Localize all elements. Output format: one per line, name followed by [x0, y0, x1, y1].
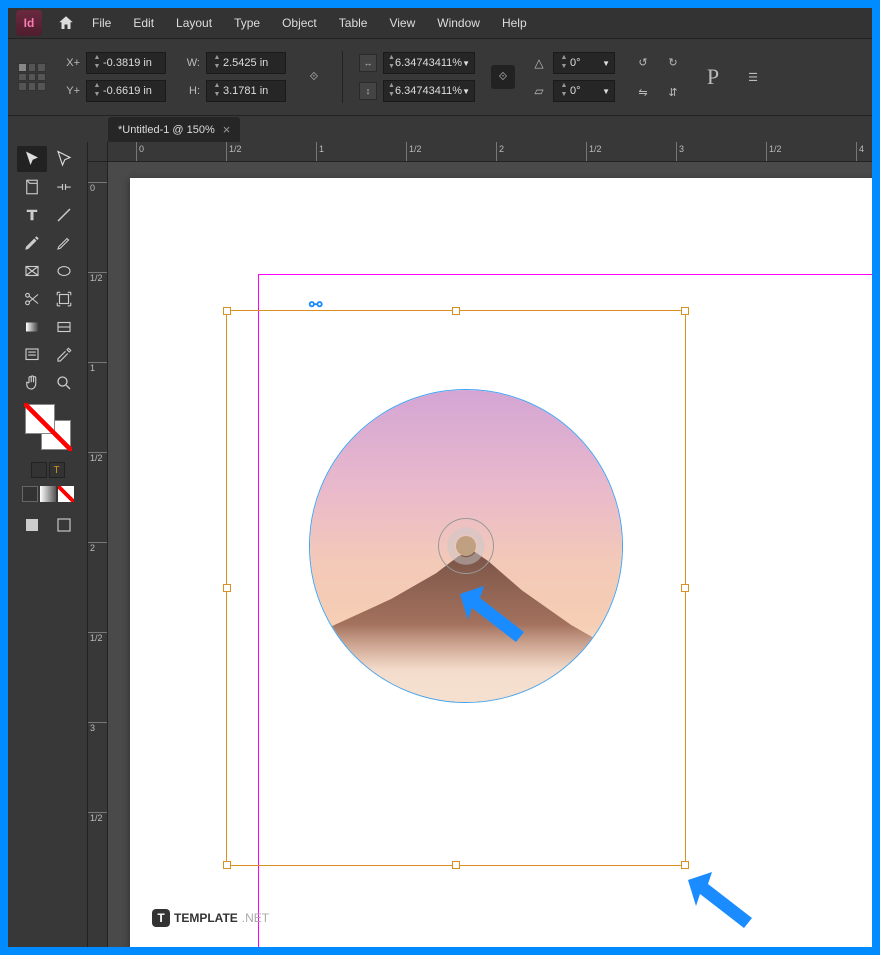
view-mode-normal[interactable]	[17, 512, 47, 538]
scissors-tool[interactable]	[17, 286, 47, 312]
type-tool[interactable]	[17, 202, 47, 228]
apply-none-icon[interactable]	[58, 486, 74, 502]
shear-icon: ▱	[531, 84, 547, 98]
menu-help[interactable]: Help	[492, 12, 537, 34]
line-tool[interactable]	[49, 202, 79, 228]
zoom-tool[interactable]	[49, 370, 79, 396]
tab-close-icon[interactable]: ×	[223, 122, 231, 137]
link-badge-icon: ⚯	[309, 295, 322, 315]
more-options-icon[interactable]: ☰	[741, 65, 765, 89]
page-tool[interactable]	[17, 174, 47, 200]
apply-text-icon[interactable]: T	[49, 462, 65, 478]
w-label: W:	[182, 57, 200, 69]
tools-panel: T	[8, 142, 88, 947]
flip-v-icon[interactable]: ⇵	[661, 80, 685, 104]
y-label: Y+	[62, 85, 80, 97]
vertical-ruler[interactable]: 0 1/2 1 1/2 2 1/2 3 1/2	[88, 162, 108, 947]
workspace: T 0 1/2 1 1/2 2 1/2 3 1/2	[8, 142, 872, 947]
watermark-icon: T	[152, 909, 170, 927]
scale-y-icon: ↕	[359, 82, 377, 100]
selection-tool[interactable]	[17, 146, 47, 172]
handle-top-right[interactable]	[681, 307, 689, 315]
circle-image-frame[interactable]	[309, 389, 623, 703]
fill-stroke-swatches[interactable]	[25, 404, 71, 450]
menu-table[interactable]: Table	[329, 12, 378, 34]
gradient-feather-tool[interactable]	[49, 314, 79, 340]
view-mode-preview[interactable]	[49, 512, 79, 538]
page[interactable]: ⚯ T	[130, 178, 872, 947]
scale-x-input[interactable]: ▲▼6.34743411%▼	[383, 52, 475, 74]
constrain-wh-icon[interactable]: ⟐	[302, 65, 326, 89]
annotation-arrow-center	[458, 586, 528, 645]
note-tool[interactable]	[17, 342, 47, 368]
indesign-window: Id File Edit Layout Type Object Table Vi…	[8, 8, 872, 947]
w-input[interactable]: ▲▼2.5425 in	[206, 52, 286, 74]
handle-top-left[interactable]	[223, 307, 231, 315]
gap-tool[interactable]	[49, 174, 79, 200]
handle-top-mid[interactable]	[452, 307, 460, 315]
menu-object[interactable]: Object	[272, 12, 327, 34]
handle-mid-right[interactable]	[681, 584, 689, 592]
h-input[interactable]: ▲▼3.1781 in	[206, 80, 286, 102]
canvas-area[interactable]: 0 1/2 1 1/2 2 1/2 3 1/2 4 0 1/2 1 1/2 2 …	[88, 142, 872, 947]
hand-tool[interactable]	[17, 370, 47, 396]
gradient-swatch-tool[interactable]	[17, 314, 47, 340]
selection-bounding-box[interactable]: ⚯	[226, 310, 686, 866]
rectangle-frame-tool[interactable]	[17, 258, 47, 284]
x-input[interactable]: ▲▼-0.3819 in	[86, 52, 166, 74]
menu-file[interactable]: File	[82, 12, 121, 34]
pen-tool[interactable]	[17, 230, 47, 256]
scale-x-icon: ↔	[359, 54, 377, 72]
menu-layout[interactable]: Layout	[166, 12, 222, 34]
document-tab[interactable]: *Untitled-1 @ 150% ×	[108, 117, 240, 142]
h-label: H:	[182, 85, 200, 97]
pencil-tool[interactable]	[49, 230, 79, 256]
handle-bottom-left[interactable]	[223, 861, 231, 869]
reference-point-grid[interactable]	[18, 63, 46, 91]
ruler-origin[interactable]	[88, 142, 108, 162]
annotation-arrow-corner	[686, 872, 756, 931]
handle-bottom-mid[interactable]	[452, 861, 460, 869]
menu-bar: Id File Edit Layout Type Object Table Vi…	[8, 8, 872, 38]
rotate-ccw-icon[interactable]: ↺	[631, 50, 655, 74]
watermark: T TEMPLATE.NET	[152, 909, 269, 927]
apply-container-icon[interactable]	[31, 462, 47, 478]
apply-color-icon[interactable]	[22, 486, 38, 502]
direct-selection-tool[interactable]	[49, 146, 79, 172]
paragraph-icon[interactable]: P	[701, 65, 725, 89]
scale-y-input[interactable]: ▲▼6.34743411%▼	[383, 80, 475, 102]
home-icon[interactable]	[52, 14, 80, 32]
constrain-scale-icon[interactable]: ⟐	[491, 65, 515, 89]
handle-bottom-right[interactable]	[681, 861, 689, 869]
ellipse-tool[interactable]	[49, 258, 79, 284]
control-bar: X+ ▲▼-0.3819 in Y+ ▲▼-0.6619 in W: ▲▼2.5…	[8, 38, 872, 116]
handle-mid-left[interactable]	[223, 584, 231, 592]
horizontal-ruler[interactable]: 0 1/2 1 1/2 2 1/2 3 1/2 4	[108, 142, 872, 162]
rotate-icon: △	[531, 56, 547, 70]
x-label: X+	[62, 57, 80, 69]
tab-title: *Untitled-1 @ 150%	[118, 124, 215, 136]
flip-h-icon[interactable]: ⇋	[631, 80, 655, 104]
free-transform-tool[interactable]	[49, 286, 79, 312]
menu-view[interactable]: View	[379, 12, 425, 34]
fill-swatch[interactable]	[25, 404, 55, 434]
app-icon: Id	[16, 10, 42, 36]
rotate-input[interactable]: ▲▼0°▼	[553, 52, 615, 74]
menu-type[interactable]: Type	[224, 12, 270, 34]
document-tab-bar: *Untitled-1 @ 150% ×	[8, 116, 872, 142]
y-input[interactable]: ▲▼-0.6619 in	[86, 80, 166, 102]
menu-edit[interactable]: Edit	[123, 12, 164, 34]
menu-window[interactable]: Window	[427, 12, 490, 34]
apply-gradient-icon[interactable]	[40, 486, 56, 502]
content-grabber-icon[interactable]	[438, 518, 494, 574]
shear-input[interactable]: ▲▼0°▼	[553, 80, 615, 102]
eyedropper-tool[interactable]	[49, 342, 79, 368]
rotate-cw-icon[interactable]: ↻	[661, 50, 685, 74]
